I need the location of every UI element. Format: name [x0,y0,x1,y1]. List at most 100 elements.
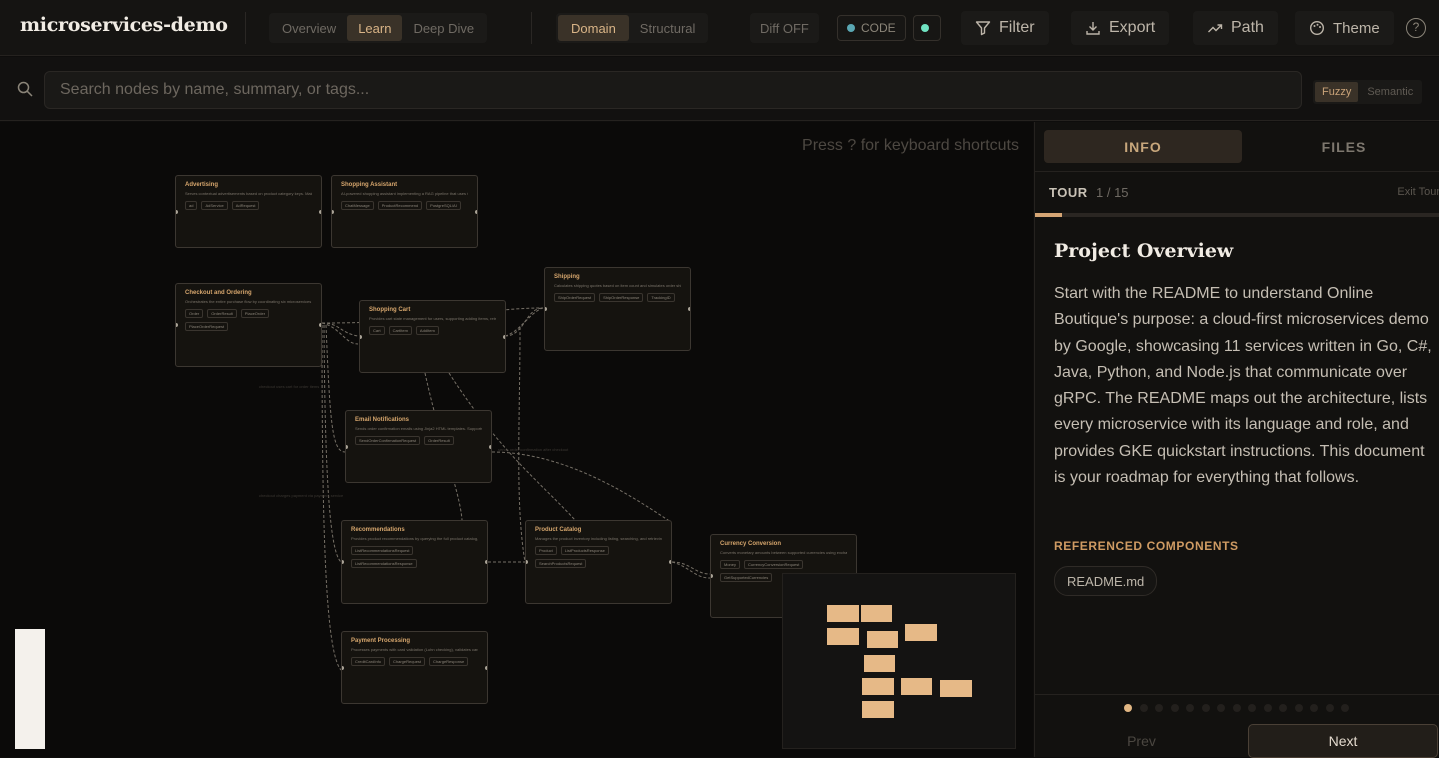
tour-step-dot[interactable] [1263,704,1272,712]
filter-icon [975,21,991,36]
graph-mode-structural[interactable]: Structural [629,15,707,41]
path-button[interactable]: Path [1193,11,1278,45]
node-port[interactable] [475,209,477,214]
tour-step-dot[interactable] [1170,704,1179,712]
node-tag: GetSupportedCurrencies [720,573,773,582]
node-port[interactable] [485,665,487,670]
node-port[interactable] [485,560,487,564]
tour-step-dot[interactable] [1325,704,1334,712]
node-tag: CreditCardInfo [351,657,386,666]
graph-node[interactable]: Email Notifications Sends order confirma… [345,410,492,483]
node-tag: AdRequest [231,201,260,210]
graph-node[interactable]: Recommendations Provides product recomme… [341,520,488,604]
code-toggle-label: CODE [861,21,896,35]
node-port[interactable] [342,560,344,564]
theme-button[interactable]: Theme [1295,11,1394,45]
node-port[interactable] [503,334,505,339]
trending-up-icon [1208,24,1223,33]
node-port[interactable] [176,209,178,214]
search-mode-fuzzy[interactable]: Fuzzy [1315,82,1359,102]
node-title: Shopping Cart [369,307,411,313]
node-port[interactable] [360,334,362,339]
tour-step-dot[interactable] [1124,704,1132,712]
tour-step-dot[interactable] [1341,704,1349,712]
view-mode-learn[interactable]: Learn [347,15,403,41]
tour-step-dot[interactable] [1232,704,1241,712]
minimap-node [864,655,895,672]
graph-node[interactable]: Product Catalog Manages the product inve… [525,520,672,604]
path-label: Path [1231,19,1264,36]
node-tag: ListProductsResponse [560,546,609,555]
graph-node[interactable]: Shipping Calculates shipping quotes base… [544,267,691,351]
tour-step-dot[interactable] [1201,704,1210,712]
node-port[interactable] [526,560,528,564]
divider [531,12,532,44]
graph-mode-domain[interactable]: Domain [558,15,629,41]
code-toggle[interactable]: CODE [837,15,906,41]
tour-header: TOUR 1 / 15 Exit Tour [1035,173,1439,213]
node-title: Recommendations [351,527,405,533]
node-tag: PostgreSQL/AI [426,201,461,210]
node-port[interactable] [342,665,344,670]
referenced-file-chip[interactable]: README.md [1054,566,1158,596]
node-tag: CurrencyConversionRequest [744,560,804,569]
graph-node[interactable]: Payment Processing Processes payments wi… [341,631,488,704]
node-tag: SearchProductsRequest [535,559,587,568]
graph-node[interactable]: Shopping Assistant AI-powered shopping a… [331,175,478,248]
search-mode-switch: Fuzzy Semantic [1313,80,1423,104]
node-summary: AI-powered shopping assistant implementi… [341,191,468,196]
minimap-node [827,605,859,622]
node-title: Checkout and Ordering [185,290,252,296]
tab-info[interactable]: INFO [1044,130,1242,163]
node-tag: ChargeRequest [389,657,426,666]
node-tag: AddItem [415,326,439,335]
view-mode-deep-dive[interactable]: Deep Dive [402,15,485,41]
minimap-node [867,631,898,648]
tour-step-dot[interactable] [1155,704,1163,712]
search-mode-semantic[interactable]: Semantic [1360,82,1420,102]
filter-button[interactable]: Filter [961,11,1049,45]
graph-canvas[interactable]: Press ? for keyboard shortcuts checkout … [0,122,1033,757]
tour-step-dot[interactable] [1217,704,1225,712]
tour-step-dot[interactable] [1294,704,1303,712]
node-port[interactable] [319,323,321,327]
help-icon[interactable]: ? [1406,18,1426,38]
tour-step-dot[interactable] [1186,704,1194,712]
panel-tabs: INFO FILES [1035,122,1439,172]
export-button[interactable]: Export [1071,11,1170,45]
status-dot-icon [847,24,855,32]
prev-button[interactable]: Prev [1035,723,1248,758]
node-port[interactable] [489,444,491,449]
minimap[interactable] [782,573,1016,749]
search-input[interactable] [44,71,1302,109]
zoom-controls[interactable] [15,629,45,749]
tab-files[interactable]: FILES [1245,130,1439,163]
minimap-node [901,678,932,695]
tour-step-dot[interactable] [1139,704,1148,712]
node-port[interactable] [545,307,547,311]
node-port[interactable] [319,209,321,214]
tour-step-dot[interactable] [1279,704,1287,712]
extra-toggle[interactable] [913,15,941,41]
tour-step-dot[interactable] [1248,704,1256,712]
node-port[interactable] [346,444,348,449]
node-title: Currency Conversion [720,541,782,547]
node-port[interactable] [688,307,690,311]
exit-tour-button[interactable]: Exit Tour [1397,186,1439,198]
node-port[interactable] [176,323,178,327]
graph-node[interactable]: Shopping Cart Provides cart state manage… [359,300,506,373]
node-port[interactable] [669,560,671,564]
node-port[interactable] [332,209,334,214]
tour-step-dots [1124,704,1349,712]
diff-toggle[interactable]: Diff OFF [750,13,819,43]
minimap-node [827,628,859,645]
download-icon [1086,22,1100,35]
graph-node[interactable]: Advertising Serves contextual advertisem… [175,175,322,248]
tour-step-dot[interactable] [1310,704,1318,712]
node-port[interactable] [711,574,713,578]
graph-node[interactable]: Checkout and Ordering Orchestrates the e… [175,283,322,367]
view-mode-overview[interactable]: Overview [271,15,347,41]
node-tag: AdService [201,201,228,210]
divider [245,12,246,44]
next-button[interactable]: Next [1248,724,1438,758]
